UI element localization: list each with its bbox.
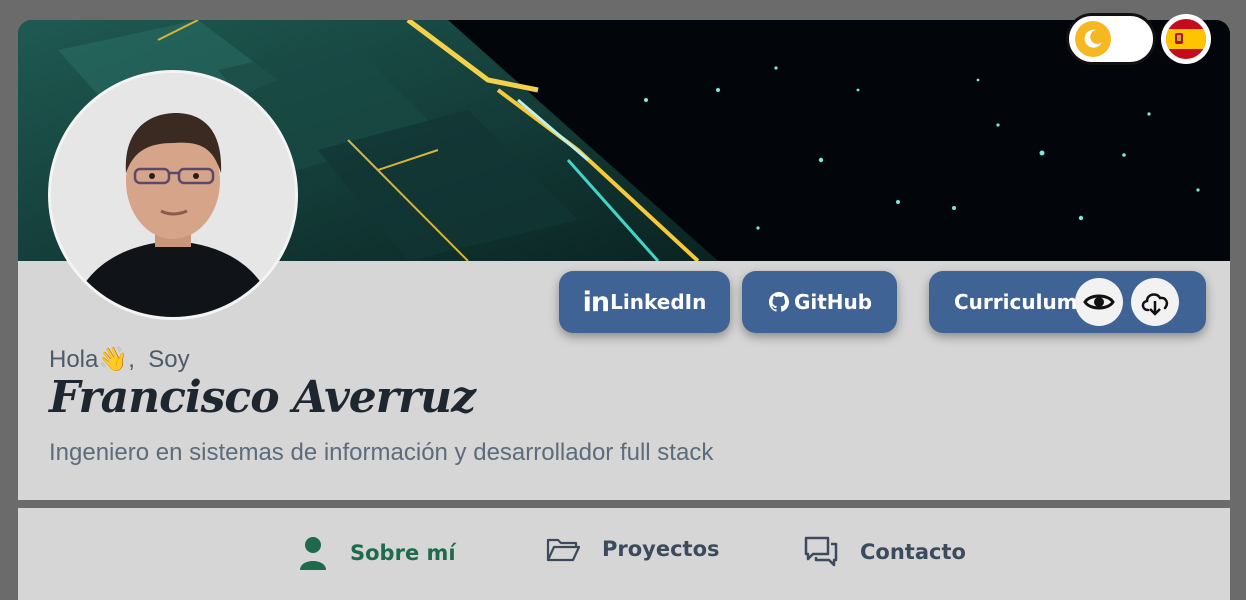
folder-icon xyxy=(546,538,580,562)
linkedin-label: LinkedIn xyxy=(610,290,707,314)
eye-icon xyxy=(1083,294,1115,310)
main-nav: Sobre mí Proyectos Contacto xyxy=(18,508,1230,600)
user-icon xyxy=(300,537,326,570)
github-button[interactable]: GitHub xyxy=(742,271,897,333)
github-label: GitHub xyxy=(793,290,873,314)
profile-card: in LinkedIn GitHub Curriculum Hola👋, Soy… xyxy=(18,20,1230,500)
spain-flag-icon xyxy=(1166,19,1206,59)
download-cv-button[interactable] xyxy=(1131,278,1179,326)
profile-subtitle: Ingeniero en sistemas de información y d… xyxy=(49,439,714,466)
linkedin-button[interactable]: in LinkedIn xyxy=(559,271,730,333)
chat-icon xyxy=(804,536,838,567)
linkedin-icon: in xyxy=(582,286,611,318)
theme-toggle[interactable] xyxy=(1066,13,1156,65)
nav-item-contact[interactable]: Contacto xyxy=(804,536,966,568)
cloud-download-icon xyxy=(1141,293,1169,316)
nav-item-label: Sobre mí xyxy=(350,541,456,565)
curriculum-label: Curriculum xyxy=(954,290,1078,314)
nav-item-label: Proyectos xyxy=(602,537,720,561)
curriculum-button: Curriculum xyxy=(929,271,1206,333)
greeting-line: Hola👋, Soy xyxy=(49,345,190,374)
view-cv-button[interactable] xyxy=(1075,278,1123,326)
nav-item-label: Contacto xyxy=(860,540,966,564)
nav-item-about[interactable]: Sobre mí xyxy=(298,536,456,570)
profile-name: Francisco Averruz xyxy=(49,372,476,423)
language-switch[interactable] xyxy=(1161,14,1211,64)
greeting-text: Hola xyxy=(49,346,99,373)
moon-icon xyxy=(1075,21,1111,57)
greeting-suffix: , Soy xyxy=(128,346,190,373)
profile-avatar xyxy=(48,70,298,320)
github-icon xyxy=(768,292,789,312)
nav-item-projects[interactable]: Proyectos xyxy=(546,536,720,562)
wave-icon: 👋 xyxy=(98,346,129,373)
